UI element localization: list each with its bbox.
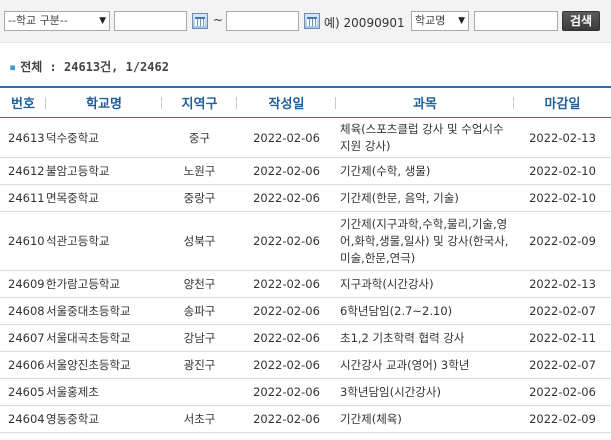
search-bar: --학교 구분-- ▼ ~ 예) 20090901 학교명 ▼ 검색 — [0, 0, 611, 43]
table-row[interactable]: 24607 서울대곡초등학교 강남구 2022-02-06 초1,2 기초학력 … — [0, 324, 611, 352]
table-header-row: 번호 학교명 지역구 작성일 과목 마감일 — [0, 86, 611, 118]
row-district: 성북구 — [162, 211, 237, 271]
row-deadline: 2022-02-09 — [514, 211, 611, 271]
table-row[interactable]: 24604 영동중학교 서초구 2022-02-06 기간제(체육) 2022-… — [0, 405, 611, 433]
row-subject: 체육(스포츠클럽 강사 및 수업시수 지원 강사) — [336, 117, 514, 158]
row-district: 양천구 — [162, 270, 237, 298]
row-subject: 지구과학(시간강사) — [336, 270, 514, 298]
table-row[interactable]: 24608 서울중대초등학교 송파구 2022-02-06 6학년담임(2.7~… — [0, 297, 611, 325]
table-row[interactable]: 24610 석관고등학교 성북구 2022-02-06 기간제(지구과학,수학,… — [0, 211, 611, 271]
row-number: 24605 — [0, 378, 46, 406]
row-written-date: 2022-02-06 — [237, 297, 336, 325]
row-school-link[interactable]: 서울홍제초 — [46, 378, 162, 406]
row-written-date: 2022-02-06 — [237, 184, 336, 212]
row-school-link[interactable]: 한가람고등학교 — [46, 270, 162, 298]
row-deadline: 2022-02-10 — [514, 184, 611, 212]
date-format-example: 예) 20090901 — [324, 16, 405, 30]
header-deadline: 마감일 — [514, 86, 611, 118]
row-school-link[interactable]: 불암고등학교 — [46, 157, 162, 185]
row-written-date: 2022-02-06 — [237, 157, 336, 185]
row-deadline: 2022-02-07 — [514, 297, 611, 325]
row-written-date: 2022-02-06 — [237, 405, 336, 433]
row-written-date: 2022-02-06 — [237, 324, 336, 352]
chevron-down-icon: ▼ — [99, 16, 106, 26]
table-row[interactable]: 24611 면목중학교 중랑구 2022-02-06 기간제(한문, 음악, 기… — [0, 184, 611, 212]
header-district: 지역구 — [162, 86, 237, 118]
row-school-link[interactable]: 영동중학교 — [46, 405, 162, 433]
header-number: 번호 — [0, 86, 46, 118]
search-button[interactable]: 검색 — [562, 11, 600, 31]
total-summary-text: 전체 : 24613건, 1/2462 — [20, 60, 169, 74]
row-school-link[interactable]: 면목중학교 — [46, 184, 162, 212]
row-district: 중랑구 — [162, 184, 237, 212]
row-deadline: 2022-02-09 — [514, 405, 611, 433]
row-district: 중구 — [162, 117, 237, 158]
row-written-date: 2022-02-06 — [237, 351, 336, 379]
table-row[interactable]: 24609 한가람고등학교 양천구 2022-02-06 지구과학(시간강사) … — [0, 270, 611, 298]
row-subject: 기간제(한문, 음악, 기술) — [336, 184, 514, 212]
header-subject: 과목 — [336, 86, 514, 118]
job-posting-table: 번호 학교명 지역구 작성일 과목 마감일 24613 덕수중학교 중구 202… — [0, 86, 611, 433]
row-written-date: 2022-02-06 — [237, 117, 336, 158]
chevron-down-icon: ▼ — [458, 16, 465, 26]
row-district: 광진구 — [162, 351, 237, 379]
header-written-date: 작성일 — [237, 86, 336, 118]
row-deadline: 2022-02-11 — [514, 324, 611, 352]
date-from-input[interactable] — [114, 11, 187, 31]
search-field-select-value: 학교명 — [415, 14, 446, 27]
bullet-icon: ▪ — [9, 60, 17, 74]
row-deadline: 2022-02-10 — [514, 157, 611, 185]
total-summary: ▪ 전체 : 24613건, 1/2462 — [9, 58, 169, 75]
row-school-link[interactable]: 석관고등학교 — [46, 211, 162, 271]
row-deadline: 2022-02-07 — [514, 351, 611, 379]
row-number: 24609 — [0, 270, 46, 298]
table-row[interactable]: 24612 불암고등학교 노원구 2022-02-06 기간제(수학, 생물) … — [0, 157, 611, 185]
row-school-link[interactable]: 서울대곡초등학교 — [46, 324, 162, 352]
row-school-link[interactable]: 덕수중학교 — [46, 117, 162, 158]
row-number: 24612 — [0, 157, 46, 185]
row-district — [162, 378, 237, 406]
row-written-date: 2022-02-06 — [237, 211, 336, 271]
row-subject: 기간제(체육) — [336, 405, 514, 433]
search-field-select[interactable]: 학교명 ▼ — [411, 11, 469, 31]
search-input[interactable] — [474, 11, 558, 31]
row-number: 24606 — [0, 351, 46, 379]
row-number: 24608 — [0, 297, 46, 325]
row-school-link[interactable]: 서울양진초등학교 — [46, 351, 162, 379]
table-row[interactable]: 24606 서울양진초등학교 광진구 2022-02-06 시간강사 교과(영어… — [0, 351, 611, 379]
row-district: 송파구 — [162, 297, 237, 325]
row-subject: 6학년담임(2.7~2.10) — [336, 297, 514, 325]
school-type-select[interactable]: --학교 구분-- ▼ — [4, 11, 110, 31]
table-row[interactable]: 24605 서울홍제초 2022-02-06 3학년담임(시간강사) 2022-… — [0, 378, 611, 406]
row-number: 24607 — [0, 324, 46, 352]
date-to-input[interactable] — [226, 11, 299, 31]
date-range-tilde: ~ — [213, 13, 224, 27]
row-number: 24610 — [0, 211, 46, 271]
row-district: 강남구 — [162, 324, 237, 352]
row-written-date: 2022-02-06 — [237, 378, 336, 406]
row-subject: 기간제(지구과학,수학,물리,기술,영어,화학,생물,일사) 및 강사(한국사,… — [336, 211, 514, 271]
row-written-date: 2022-02-06 — [237, 270, 336, 298]
row-district: 노원구 — [162, 157, 237, 185]
calendar-icon[interactable] — [304, 13, 320, 29]
row-deadline: 2022-02-06 — [514, 378, 611, 406]
row-district: 서초구 — [162, 405, 237, 433]
calendar-icon[interactable] — [192, 13, 208, 29]
row-school-link[interactable]: 서울중대초등학교 — [46, 297, 162, 325]
table-row[interactable]: 24613 덕수중학교 중구 2022-02-06 체육(스포츠클럽 강사 및 … — [0, 117, 611, 158]
row-number: 24604 — [0, 405, 46, 433]
row-deadline: 2022-02-13 — [514, 117, 611, 158]
row-number: 24613 — [0, 117, 46, 158]
header-school: 학교명 — [46, 86, 162, 118]
row-deadline: 2022-02-13 — [514, 270, 611, 298]
row-subject: 시간강사 교과(영어) 3학년 — [336, 351, 514, 379]
row-subject: 초1,2 기초학력 협력 강사 — [336, 324, 514, 352]
row-number: 24611 — [0, 184, 46, 212]
school-type-select-value: --학교 구분-- — [8, 14, 68, 27]
row-subject: 3학년담임(시간강사) — [336, 378, 514, 406]
row-subject: 기간제(수학, 생물) — [336, 157, 514, 185]
